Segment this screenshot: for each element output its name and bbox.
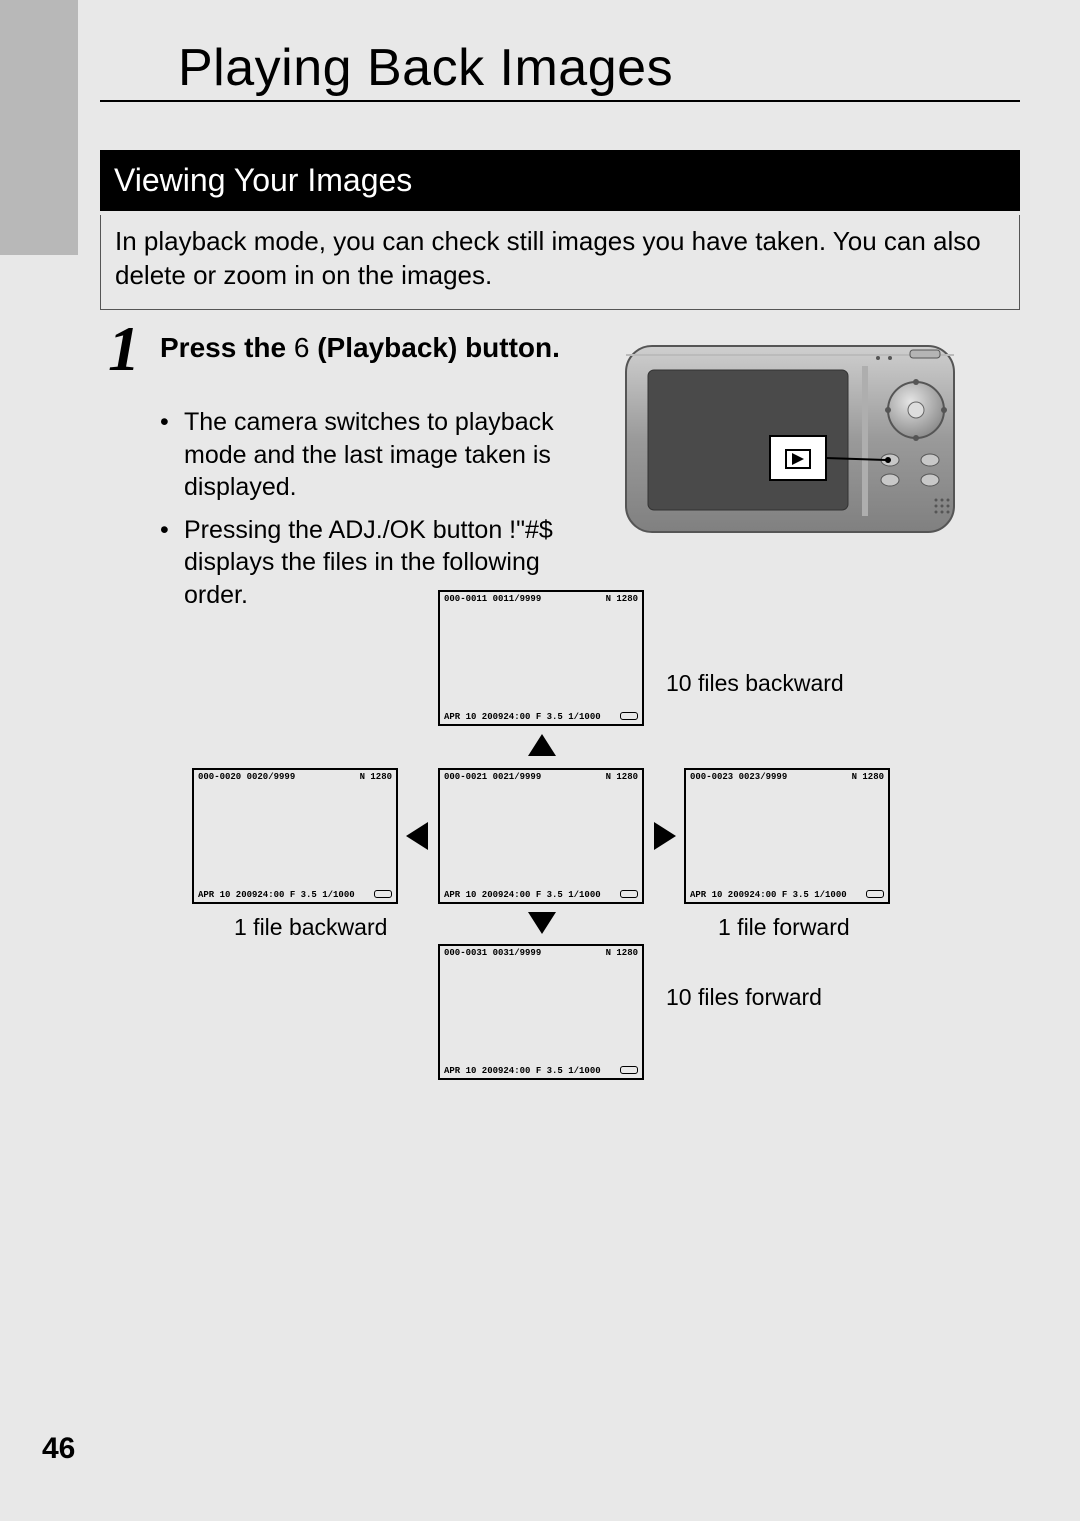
- thumb-tl: 000-0021 0021/9999: [444, 772, 541, 782]
- thumb-bl: APR 10 200924:00 F 3.5 1/1000: [690, 890, 847, 900]
- battery-icon: [374, 890, 392, 898]
- thumb-bl: APR 10 200924:00 F 3.5 1/1000: [444, 890, 601, 900]
- thumb-tr: N 1280: [360, 772, 392, 782]
- bullet-1: • The camera switches to playback mode a…: [160, 406, 590, 504]
- page-title: Playing Back Images: [178, 38, 673, 98]
- thumb-tr: N 1280: [606, 772, 638, 782]
- page-number: 46: [42, 1432, 75, 1466]
- thumb-bl: APR 10 200924:00 F 3.5 1/1000: [444, 712, 601, 722]
- step-body: • The camera switches to playback mode a…: [160, 406, 590, 621]
- battery-icon: [866, 890, 884, 898]
- step-heading-c: (Playback) button.: [309, 332, 559, 363]
- title-underline: [100, 100, 1020, 102]
- label-1-fwd: 1 file forward: [718, 914, 850, 941]
- battery-icon: [620, 1066, 638, 1074]
- page-content: Playing Back Images Viewing Your Images …: [78, 0, 1020, 1521]
- battery-icon: [620, 712, 638, 720]
- intro-text: In playback mode, you can check still im…: [100, 215, 1020, 310]
- thumb-tl: 000-0011 0011/9999: [444, 594, 541, 604]
- step-number: 1: [108, 312, 140, 386]
- thumb-tr: N 1280: [606, 948, 638, 958]
- thumb-center: 000-0021 0021/9999 N 1280 APR 10 200924:0…: [438, 768, 644, 904]
- label-10-back: 10 files backward: [666, 670, 844, 697]
- thumb-top: 000-0011 0011/9999 N 1280 APR 10 200924:0…: [438, 590, 644, 726]
- step-heading-a: Press the: [160, 332, 294, 363]
- arrow-up-icon: [528, 734, 556, 756]
- thumb-tl: 000-0031 0031/9999: [444, 948, 541, 958]
- thumb-tl: 000-0020 0020/9999: [198, 772, 295, 782]
- thumb-tr: N 1280: [606, 594, 638, 604]
- battery-icon: [620, 890, 638, 898]
- playback-diagram: 000-0011 0011/9999 N 1280 APR 10 200924:0…: [178, 590, 938, 1100]
- thumb-left: 000-0020 0020/9999 N 1280 APR 10 200924:0…: [192, 768, 398, 904]
- label-10-fwd: 10 files forward: [666, 984, 822, 1011]
- arrow-left-icon: [406, 822, 428, 850]
- step-heading-symbol: 6: [294, 332, 310, 363]
- section-heading: Viewing Your Images: [100, 150, 1020, 211]
- thumb-tr: N 1280: [852, 772, 884, 782]
- thumb-right: 000-0023 0023/9999 N 1280 APR 10 200924:0…: [684, 768, 890, 904]
- label-1-back: 1 file backward: [234, 914, 387, 941]
- arrow-right-icon: [654, 822, 676, 850]
- thumb-tl: 000-0023 0023/9999: [690, 772, 787, 782]
- step-heading: Press the 6 (Playback) button.: [160, 330, 570, 365]
- thumb-bl: APR 10 200924:00 F 3.5 1/1000: [198, 890, 355, 900]
- camera-illustration: [620, 340, 960, 538]
- bullet-1-text: The camera switches to playback mode and…: [184, 406, 590, 504]
- bullet-dot: •: [160, 406, 184, 504]
- thumb-bottom: 000-0031 0031/9999 N 1280 APR 10 200924:0…: [438, 944, 644, 1080]
- section-side-tab: [0, 0, 78, 255]
- thumb-bl: APR 10 200924:00 F 3.5 1/1000: [444, 1066, 601, 1076]
- arrow-down-icon: [528, 912, 556, 934]
